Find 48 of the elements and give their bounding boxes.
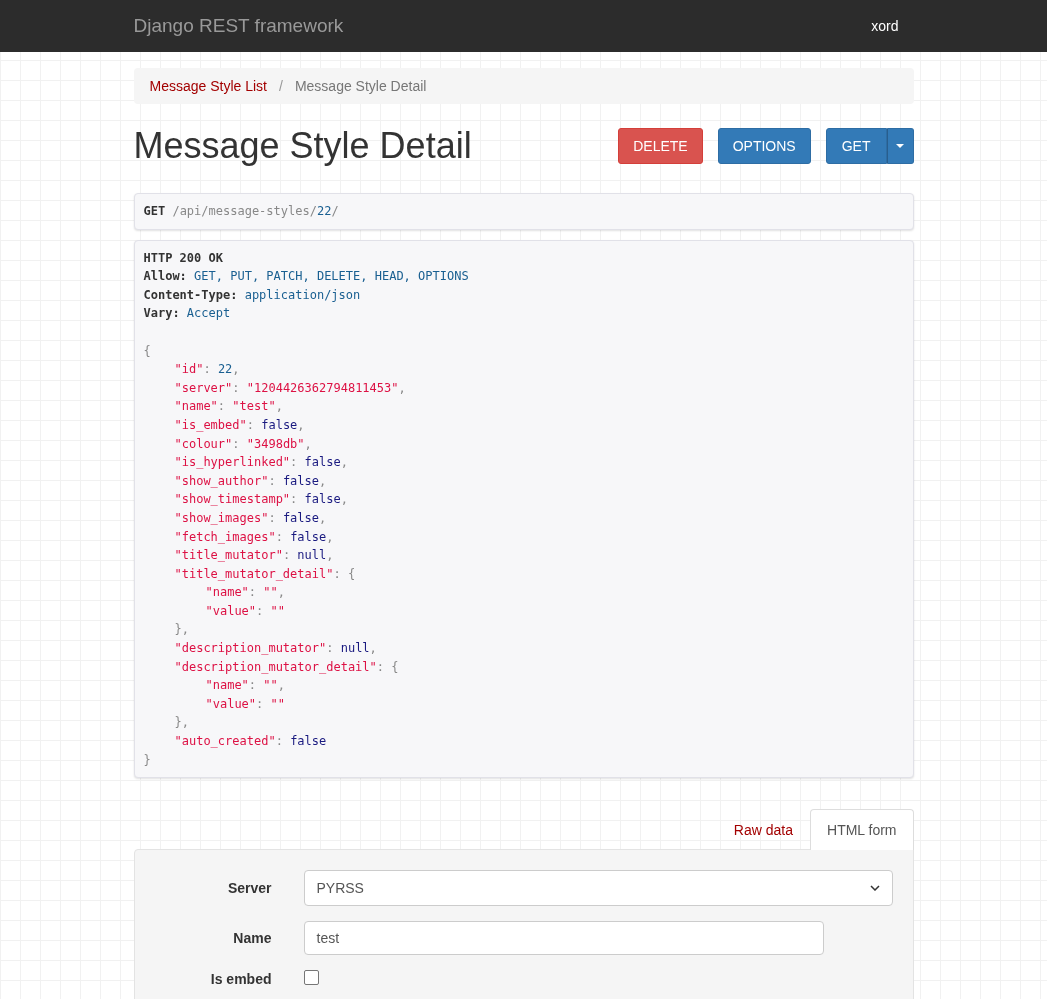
caret-icon xyxy=(896,144,904,148)
field-label: Name xyxy=(232,930,272,947)
json-line: "name": "", xyxy=(205,677,285,695)
user-link[interactable]: xord xyxy=(871,18,899,34)
request-line: GET /api/message-styles/22/ xyxy=(143,204,339,218)
json-line: "show_timestamp": false, xyxy=(174,491,348,509)
dropdown-toggle[interactable] xyxy=(886,128,914,164)
json-line: "title_mutator_detail": { xyxy=(174,565,356,583)
input-field[interactable]: test xyxy=(303,921,824,956)
options-button[interactable]: OPTIONS xyxy=(717,128,811,164)
json-line: "description_mutator": null, xyxy=(174,640,377,658)
breadcrumb-current[interactable]: Message Style Detail xyxy=(294,78,427,94)
json-line: "is_hyperlinked": false, xyxy=(174,454,348,472)
header-line: Vary: Accept xyxy=(143,305,231,323)
field-label: Is embed xyxy=(209,971,272,988)
header-line: Allow: GET, PUT, PATCH, DELETE, HEAD, OPTIONS xyxy=(143,268,469,286)
json-line: "name": "test", xyxy=(174,398,283,416)
form-tab[interactable]: Raw data xyxy=(716,809,810,851)
get-button[interactable]: GET xyxy=(825,128,887,164)
json-line: "description_mutator_detail": { xyxy=(174,658,399,676)
field-label: Server xyxy=(226,880,272,897)
json-line: "colour": "3498db", xyxy=(174,435,312,453)
json-line: "title_mutator": null, xyxy=(174,547,334,565)
json-line: "is_embed": false, xyxy=(174,416,305,434)
status-line: HTTP 200 OK xyxy=(143,249,223,267)
json-line: "server": "1204426362794811453", xyxy=(174,379,406,397)
json-line: }, xyxy=(174,714,189,732)
json-line: "auto_created": false xyxy=(174,733,327,751)
json-line: { xyxy=(143,342,151,360)
header-line: Content-Type: application/json xyxy=(143,286,361,304)
json-line: "value": "" xyxy=(205,695,285,713)
json-line: "show_author": false, xyxy=(174,472,327,490)
form-tab[interactable]: HTML form xyxy=(810,809,914,851)
page-title: Message Style Detail xyxy=(133,126,472,166)
json-line: "show_images": false, xyxy=(174,509,327,527)
checkbox[interactable] xyxy=(303,970,319,986)
chevron-down-icon xyxy=(869,885,880,892)
brand-link[interactable]: Django REST framework xyxy=(133,15,344,37)
json-line: "id": 22, xyxy=(174,361,240,379)
breadcrumb-separator: / xyxy=(278,78,284,94)
json-line: "name": "", xyxy=(205,584,285,602)
json-line: }, xyxy=(174,621,189,639)
delete-button[interactable]: DELETE xyxy=(618,128,703,164)
select-field[interactable]: PYRSS xyxy=(303,870,893,907)
json-line: "fetch_images": false, xyxy=(174,528,334,546)
json-line: "value": "" xyxy=(205,602,285,620)
breadcrumb-link[interactable]: Message Style List xyxy=(149,78,267,94)
json-line: } xyxy=(143,751,151,769)
